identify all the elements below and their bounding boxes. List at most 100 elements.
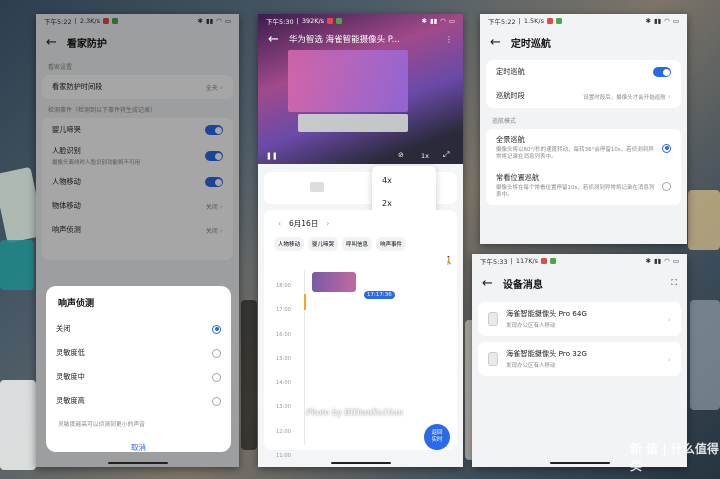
- speed-option[interactable]: 4x: [372, 166, 436, 185]
- bluetooth-icon: ✱: [645, 17, 652, 25]
- row-value: 设置时段后，摄像头才会开始巡航: [583, 94, 666, 101]
- brand-watermark: 新 值 | 什么值得买: [630, 442, 719, 473]
- more-icon[interactable]: ⋮: [445, 35, 453, 44]
- speed-button[interactable]: 1x: [421, 152, 429, 160]
- message-sub: 发现办公区有人移动: [506, 323, 556, 329]
- sheet-option[interactable]: 灵敏度低: [46, 341, 231, 365]
- notification-icon: [547, 18, 553, 24]
- hour-label: 17:00: [276, 307, 291, 314]
- status-time: 下午5:33: [480, 258, 508, 266]
- cruise-toggle[interactable]: [653, 67, 671, 77]
- filter-chips: 人物移动 婴儿啼哭 呼叫信息 响声事件: [264, 237, 457, 251]
- event-marker: [304, 294, 306, 310]
- mode-option[interactable]: 常看位置巡航 摄像头将在每个常看位置停留10s，若侦测到异常将记录在消息列表中。: [486, 167, 681, 205]
- phone-device-messages: 下午5:33 | 117K/s ✱ ▮▮ ◠ ▭ ← 设备消息 ⛶ 海雀智能摄像…: [472, 254, 687, 467]
- cruise-period-row[interactable]: 巡航时段 设置时段后，摄像头才会开始巡航 ›: [486, 84, 681, 108]
- event-thumbnail[interactable]: [312, 272, 356, 292]
- chevron-left-icon[interactable]: ‹: [278, 219, 281, 228]
- battery-icon: ▭: [672, 17, 679, 25]
- sheet-option[interactable]: 灵敏度高: [46, 389, 231, 413]
- chevron-right-icon: ›: [667, 314, 671, 324]
- phone-playback: 下午5:30 | 392K/s ✱ ▮▮ ◠ ▭ ← 华为智选 海雀智能摄像头 …: [258, 14, 463, 467]
- notification-icon: [556, 18, 562, 24]
- radio-button[interactable]: [212, 372, 221, 382]
- wifi-icon: ◠: [664, 257, 670, 265]
- radio-button[interactable]: [212, 324, 221, 334]
- wifi-icon: ◠: [440, 17, 446, 25]
- person-walk-icon: 🚶: [444, 256, 454, 265]
- filter-chip[interactable]: 呼叫信息: [342, 237, 373, 251]
- chevron-right-icon: ›: [667, 91, 671, 101]
- wifi-icon: ◠: [664, 17, 670, 25]
- cancel-button[interactable]: 取消: [46, 434, 231, 453]
- sheet-hint: 灵敏度越高可以侦测到更小的声音: [58, 422, 145, 428]
- radio-button[interactable]: [212, 396, 221, 406]
- sheet-option[interactable]: 关闭: [46, 317, 231, 341]
- chevron-right-icon[interactable]: ›: [326, 219, 329, 228]
- back-arrow-icon[interactable]: ←: [482, 277, 493, 290]
- screenshot-icon[interactable]: [310, 182, 324, 192]
- status-speed: 117K/s: [515, 257, 539, 265]
- message-item[interactable]: 海雀智能摄像头 Pro 32G 发现办公区有人移动 ›: [478, 342, 681, 376]
- radio-button[interactable]: [662, 181, 671, 191]
- hour-label: 16:00: [276, 331, 291, 338]
- page-title: 定时巡航: [510, 38, 551, 50]
- row-label: 巡航时段: [496, 91, 525, 100]
- filter-chip[interactable]: 人物移动: [274, 237, 305, 251]
- status-speed: 1.5K/s: [523, 17, 544, 25]
- hour-label: 14:00: [276, 380, 291, 387]
- section-label: 巡航模式: [492, 118, 517, 125]
- home-indicator: [549, 461, 610, 464]
- scan-icon[interactable]: ⛶: [671, 278, 677, 288]
- option-label: 常看位置巡航: [496, 172, 540, 182]
- video-frame: [298, 114, 408, 132]
- battery-icon: ▭: [448, 17, 455, 25]
- option-label: 灵敏度低: [56, 348, 85, 357]
- phone-cruise: 下午5:22 | 1.5K/s ✱ ▮▮ ◠ ▭ ← 定时巡航 定时巡航 巡航时…: [480, 14, 687, 244]
- bluetooth-icon: ✱: [421, 17, 428, 25]
- bluetooth-icon: ✱: [645, 257, 652, 265]
- hour-label: 11:00: [276, 453, 291, 460]
- photo-watermark: Photo by BIDianXu10an: [306, 408, 403, 417]
- message-sub: 发现办公区有人移动: [506, 363, 556, 369]
- radio-button[interactable]: [212, 348, 221, 358]
- signal-icon: ▮▮: [654, 17, 662, 25]
- home-indicator: [107, 461, 168, 464]
- signal-icon: ▮▮: [430, 17, 438, 25]
- speed-option[interactable]: 2x: [372, 185, 436, 208]
- signal-icon: ▮▮: [654, 257, 662, 265]
- mute-icon[interactable]: ⊘: [398, 151, 404, 159]
- back-to-live-button[interactable]: 返回 实时: [424, 424, 450, 450]
- back-arrow-icon[interactable]: ←: [490, 36, 501, 49]
- status-bar: 下午5:33 | 117K/s ✱ ▮▮ ◠ ▭: [480, 257, 679, 266]
- status-speed: 392K/s: [301, 17, 325, 25]
- message-item[interactable]: 海雀智能摄像头 Pro 64G 发现办公区有人移动 ›: [478, 302, 681, 336]
- page-title: 设备消息: [502, 279, 543, 291]
- message-title: 海雀智能摄像头 Pro 32G: [506, 349, 588, 358]
- back-arrow-icon[interactable]: ←: [268, 33, 279, 46]
- filter-chip[interactable]: 响声事件: [376, 237, 407, 251]
- current-time-badge: 17:17:36: [364, 291, 395, 299]
- sheet-option[interactable]: 灵敏度中: [46, 365, 231, 389]
- option-desc: 摄像头将在每个常看位置停留10s，若侦测到异常将记录在消息列表中。: [496, 184, 655, 198]
- fullscreen-icon[interactable]: ⤢: [443, 150, 449, 160]
- status-bar: 下午5:22 | 1.5K/s ✱ ▮▮ ◠ ▭: [488, 17, 679, 26]
- hour-label: 13:00: [276, 404, 291, 411]
- option-desc: 摄像头将以60°/秒的速度转动，每转36°会停留10s，若侦测到异常将记录在消息…: [496, 146, 654, 160]
- camera-icon: [488, 312, 498, 326]
- radio-button[interactable]: [662, 143, 671, 153]
- mode-option[interactable]: 全景巡航 摄像头将以60°/秒的速度转动，每转36°会停留10s，若侦测到异常将…: [486, 129, 681, 167]
- video-frame: [288, 50, 408, 112]
- date-label[interactable]: 6月16日: [289, 218, 318, 229]
- camera-icon: [488, 352, 498, 366]
- status-time: 下午5:30: [266, 18, 294, 26]
- filter-chip[interactable]: 婴儿啼哭: [308, 237, 339, 251]
- home-indicator: [330, 461, 391, 464]
- cruise-toggle-row: 定时巡航: [486, 60, 681, 84]
- notification-icon: [327, 18, 334, 24]
- option-label: 灵敏度高: [56, 396, 85, 405]
- battery-icon: ▭: [672, 257, 679, 265]
- pause-icon[interactable]: ❚❚: [266, 152, 278, 160]
- chevron-right-icon: ›: [667, 354, 671, 364]
- phone-home-guard: 下午5:22 | 2.3K/s ✱ ▮▮ ◠ ▭ ← 看家防护 看家设置 看家防…: [36, 14, 239, 467]
